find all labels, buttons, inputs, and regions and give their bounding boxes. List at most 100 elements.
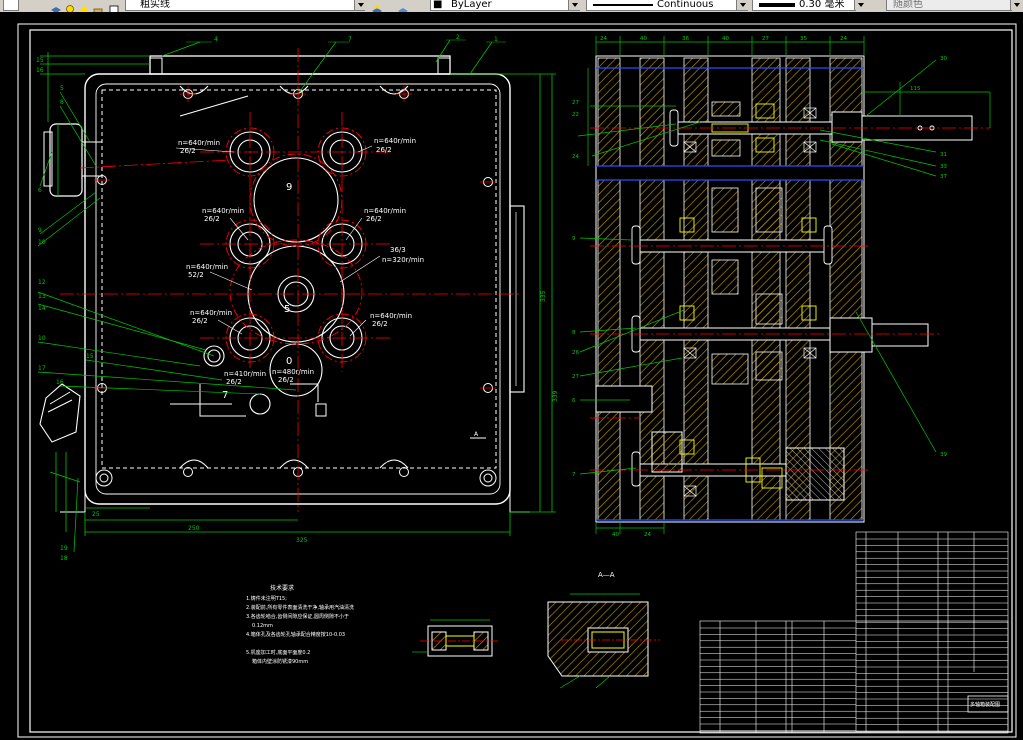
oil-filler-plug [39, 383, 81, 443]
balloon-number: 27 [572, 100, 579, 106]
balloon-number: 2 [456, 34, 460, 41]
balloon-number: 7 [348, 36, 352, 43]
tech-req-line: 2.装配前,所有零件表面清洗干净,轴承用汽油清洗 [246, 604, 354, 611]
svg-text:25: 25 [92, 511, 100, 518]
color-control-dropdown[interactable]: ■ ByLayer [430, 0, 580, 11]
linetype-dropdown-arrow-icon[interactable] [736, 0, 748, 10]
section-view: 24 40 36 40 27 35 24 40 24 115 27 22 24 30 31 3… [572, 36, 991, 538]
speed-label: 26/2 [192, 317, 208, 325]
balloon-number: 14 [38, 305, 46, 312]
balloon-number: 8 [60, 99, 64, 106]
housing-outer-outline [84, 73, 511, 505]
color-control-text: ByLayer [451, 0, 492, 10]
detail-view-a: A—A [547, 571, 660, 689]
cover-lug-right [437, 57, 451, 75]
freeze-sun-icon[interactable] [78, 0, 90, 12]
lock-icon[interactable] [92, 0, 104, 12]
lineweight-control-text: 0.30 毫米 [799, 0, 845, 10]
balloon-number: 12 [38, 279, 46, 286]
plotstyle-dropdown-arrow-icon [1010, 0, 1022, 10]
plotstyle-control-dropdown[interactable]: 随颜色 [886, 0, 1012, 11]
cad-drawing: n=640r/min 26/2 n=640r/min 26/2 n=640r/m… [17, 23, 1017, 738]
balloon-number: 15 [86, 353, 94, 360]
speed-label: 36/3 [390, 246, 406, 254]
tech-req-line: 4.箱体孔及各齿轮孔轴承配合精度按10-0.03 [246, 631, 345, 638]
svg-text:40: 40 [722, 36, 729, 42]
svg-text:24: 24 [840, 36, 847, 42]
balloon-number: 10 [38, 239, 46, 246]
lineweight-preview-icon [759, 3, 795, 7]
right-side-boss [509, 205, 525, 393]
balloon-numbers: 4 7 2 1 5 8 6 9 10 12 13 14 10 15 17 16 … [38, 34, 498, 562]
label-leaders [175, 145, 381, 337]
svg-text:250: 250 [188, 525, 200, 532]
tech-req-line: 箱体内壁涂防锈漆90mm [252, 658, 308, 665]
linetype-preview-icon [593, 4, 653, 6]
balloon-number: 22 [572, 112, 579, 118]
balloon-number: 33 [940, 164, 947, 170]
balloon-number: 17 [38, 365, 46, 372]
svg-text:115: 115 [910, 86, 921, 92]
tech-req-line: 3.各齿轮啮合,齿侧间隙应保证,圆周侧隙不小于 [246, 613, 349, 620]
color-dropdown-arrow-icon[interactable] [568, 0, 580, 10]
balloon-number: 31 [940, 152, 947, 158]
layer-manager-button[interactable] [3, 0, 19, 11]
speed-label: n=640r/min [202, 207, 244, 215]
speed-label: 26/2 [376, 146, 392, 154]
layer-dropdown-arrow-icon[interactable] [354, 0, 366, 10]
speed-label: 26/2 [226, 378, 242, 386]
gear-number: 5 [284, 304, 290, 315]
svg-text:40: 40 [640, 36, 647, 42]
svg-text:325: 325 [296, 537, 308, 544]
layer-previous-icon[interactable] [397, 0, 409, 12]
speed-label: n=640r/min [186, 263, 228, 271]
visibility-bulb-icon[interactable] [64, 0, 76, 12]
speed-label: 26/2 [204, 215, 220, 223]
color-swatch-icon: ■ [433, 0, 443, 10]
layer-color-swatch-icon [108, 0, 120, 12]
tech-req-line: 5.机座加工时,底面平面度0.2 [246, 649, 310, 656]
svg-text:35: 35 [800, 36, 807, 42]
balloon-number: 1 [494, 36, 498, 43]
parts-list-rows [700, 538, 1008, 732]
inner-wall-hidden-line [101, 89, 497, 469]
parts-list-table [699, 531, 1009, 734]
svg-text:27: 27 [762, 36, 769, 42]
lineweight-dropdown-arrow-icon[interactable] [854, 0, 866, 10]
linetype-control-dropdown[interactable]: Continuous [586, 0, 748, 11]
tech-req-line: 1.铸件未注明T15; [246, 595, 287, 602]
balloon-number: 27 [572, 374, 579, 380]
speed-label: n=640r/min [370, 312, 412, 320]
speed-label: 26/2 [372, 320, 388, 328]
top-cover-outline [149, 55, 451, 75]
svg-text:15: 15 [36, 57, 44, 64]
balloon-number: 13 [38, 293, 46, 300]
hole-centerlines [94, 86, 496, 389]
balloon-number: 26 [572, 350, 579, 356]
speed-label: n=480r/min [272, 368, 314, 376]
balloon-number: 9 [38, 227, 42, 234]
svg-text:16: 16 [36, 67, 44, 74]
balloon-number: 19 [60, 545, 68, 552]
balloon-number: 39 [940, 452, 947, 458]
speed-label: n=410r/min [224, 370, 266, 378]
balloon-number: 10 [38, 335, 46, 342]
make-current-layer-icon[interactable] [371, 0, 383, 12]
gear-number: 0 [286, 356, 292, 367]
balloon-leaders [37, 39, 493, 553]
drawing-canvas[interactable]: n=640r/min 26/2 n=640r/min 26/2 n=640r/m… [0, 12, 1023, 740]
cover-lug-left [149, 57, 163, 75]
layer-control-dropdown[interactable]: 粗实线 [125, 0, 365, 11]
balloon-number: 5 [60, 85, 64, 92]
layer-state-icon[interactable] [50, 0, 62, 12]
svg-text:24: 24 [600, 36, 607, 42]
layer-name-text: 粗实线 [140, 0, 170, 10]
balloon-number: 4 [214, 36, 218, 43]
balloon-number: 16 [56, 379, 64, 386]
speed-label: 26/2 [366, 215, 382, 223]
main-centerlines [60, 48, 520, 512]
plotstyle-control-text: 随颜色 [893, 0, 923, 10]
lineweight-control-dropdown[interactable]: 0.30 毫米 [752, 0, 856, 11]
balloon-number: 8 [572, 330, 576, 336]
section-a-label: A—A [598, 571, 615, 579]
